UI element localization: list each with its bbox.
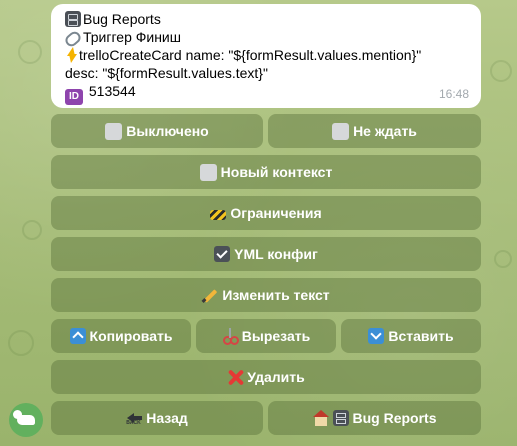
white-square-icon (105, 122, 123, 140)
message-id: 513544 (88, 83, 136, 99)
file-cabinet-icon (65, 11, 81, 27)
cut-button[interactable]: Вырезать (196, 319, 336, 353)
message-trigger-line: Триггер Финиш (63, 28, 469, 49)
file-cabinet-icon (332, 410, 349, 426)
bot-avatar-button[interactable] (9, 403, 43, 437)
cut-button-label: Вырезать (241, 328, 311, 344)
message-action: trelloCreateCard name: "${formResult.val… (79, 47, 422, 63)
paste-button[interactable]: Вставить (341, 319, 481, 353)
message-desc-line: desc: "${formResult.values.text}" (65, 64, 469, 82)
delete-button-label: Удалить (247, 369, 305, 385)
wallpaper-doodle (494, 250, 512, 268)
id-badge-icon: ID (65, 89, 83, 105)
yml-config-button[interactable]: YML конфиг (51, 237, 481, 271)
message-bubble: Bug Reports Триггер Финиш trelloCreateCa… (51, 4, 481, 108)
red-cross-icon (227, 369, 243, 385)
home-button[interactable]: Bug Reports (268, 401, 481, 435)
message-time: 16:48 (438, 87, 469, 101)
construction-barrier-icon (210, 210, 227, 220)
back-button-label: Назад (146, 410, 188, 426)
message-desc: desc: "${formResult.values.text}" (65, 65, 268, 81)
disabled-button[interactable]: Выключено (51, 114, 263, 148)
paste-button-label: Вставить (388, 328, 454, 344)
scissors-blade (228, 328, 231, 338)
wallpaper-doodle (8, 330, 34, 356)
white-square-icon (332, 122, 350, 140)
lightning-icon (65, 47, 77, 63)
wallpaper-doodle (18, 40, 42, 64)
back-button[interactable]: Назад (51, 401, 263, 435)
message-action-line: trelloCreateCard name: "${formResult.val… (65, 46, 469, 64)
message-id-line: ID 513544 (65, 82, 469, 105)
restrictions-button-label: Ограничения (230, 205, 322, 221)
back-arrow-bar (133, 416, 143, 420)
copy-button-label: Копировать (89, 328, 173, 344)
arrow-down-icon (368, 328, 385, 344)
arrow-up-right-icon (69, 328, 86, 344)
home-button-label: Bug Reports (352, 410, 437, 426)
house-icon (312, 410, 329, 426)
new-context-button[interactable]: Новый контекст (51, 155, 481, 189)
disabled-button-label: Выключено (126, 123, 209, 139)
message-trigger: Триггер Финиш (83, 29, 181, 45)
no-wait-button-label: Не ждать (353, 123, 417, 139)
scissors-icon (222, 328, 239, 345)
wallpaper-doodle (490, 60, 512, 82)
edit-text-button-label: Изменить текст (222, 287, 330, 303)
restrictions-button[interactable]: Ограничения (51, 196, 481, 230)
yml-config-button-label: YML конфиг (234, 246, 318, 262)
back-arrow-icon (126, 410, 143, 426)
duck-icon (13, 410, 35, 425)
delete-button[interactable]: Удалить (51, 360, 481, 394)
no-wait-button[interactable]: Не ждать (268, 114, 481, 148)
edit-text-button[interactable]: Изменить текст (51, 278, 481, 312)
pencil-icon (202, 287, 218, 303)
checkbox-checked-icon (214, 246, 231, 262)
message-title: Bug Reports (83, 11, 161, 27)
copy-button[interactable]: Копировать (51, 319, 191, 353)
white-square-icon (199, 163, 217, 181)
message-title-line: Bug Reports (65, 10, 469, 28)
wallpaper-doodle (22, 220, 42, 240)
new-context-button-label: Новый контекст (220, 164, 333, 180)
